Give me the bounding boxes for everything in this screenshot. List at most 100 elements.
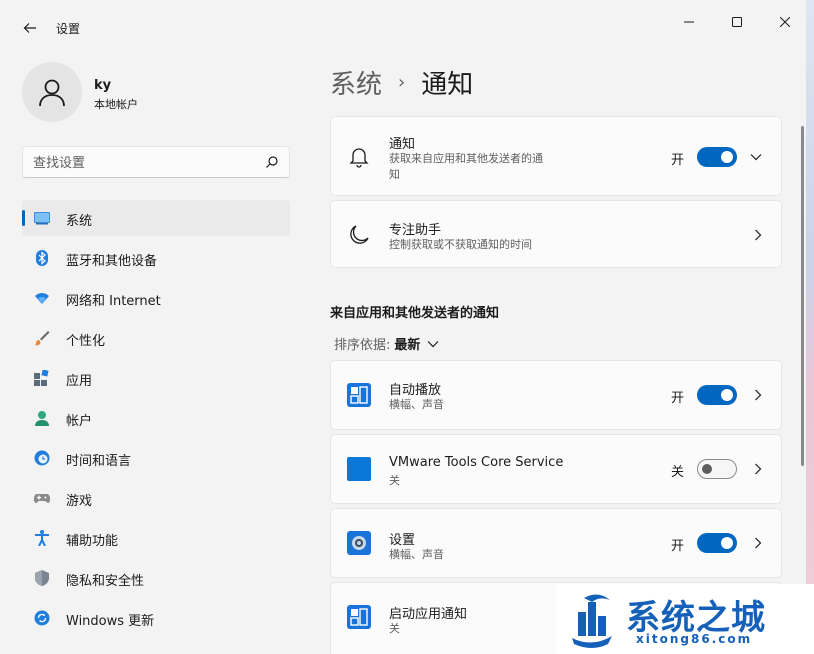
user-name: ky [94, 78, 112, 93]
focus-assist-card[interactable]: 专注助手 控制获取或不获取通知的时间 [330, 200, 782, 268]
toggle-state-label: 开 [671, 539, 685, 554]
notifications-toggle[interactable] [697, 147, 737, 167]
chevron-right-icon[interactable] [751, 462, 765, 476]
minimize-button[interactable] [666, 8, 712, 36]
settings-app-toggle[interactable] [697, 533, 737, 553]
back-button[interactable] [16, 14, 44, 42]
sidebar-item-system[interactable]: 系统 [22, 200, 290, 236]
chevron-right-icon[interactable] [751, 228, 765, 242]
accessibility-icon [35, 530, 49, 546]
sort-dropdown[interactable]: 排序依据: 最新 [334, 334, 440, 353]
moon-icon [350, 225, 369, 244]
desktop-wallpaper [806, 0, 814, 654]
maximize-button[interactable] [714, 8, 760, 36]
nav-label: Windows 更新 [66, 614, 155, 629]
chevron-down-icon[interactable] [749, 150, 763, 164]
sidebar-item-personalization[interactable]: 个性化 [22, 320, 290, 356]
vmware-toggle[interactable] [697, 459, 737, 479]
account-icon [35, 411, 49, 426]
title-bar: 设置 [0, 0, 814, 48]
person-icon [39, 79, 65, 107]
toggle-state-label: 关 [671, 465, 685, 480]
sidebar-nav: 系统 蓝牙和其他设备 网络和 Internet 个性化 应用 帐户 时间和语言 … [22, 200, 290, 640]
globe-clock-icon [34, 450, 50, 466]
sidebar-item-bluetooth[interactable]: 蓝牙和其他设备 [22, 240, 290, 276]
chevron-right-icon[interactable] [751, 536, 765, 550]
nav-label: 隐私和安全性 [66, 574, 145, 589]
monitor-icon [34, 212, 50, 225]
update-icon [34, 610, 50, 626]
settings-gear-app-icon [347, 531, 371, 555]
close-button[interactable] [762, 8, 808, 36]
app-detail: 横幅、声音 [389, 398, 444, 411]
watermark: 系统之城 xitong86.com [556, 584, 814, 654]
sort-value: 最新 [394, 338, 421, 353]
brush-icon [34, 331, 50, 346]
autoplay-app-icon [347, 383, 371, 407]
scrollbar[interactable] [801, 126, 804, 466]
breadcrumb-separator: › [398, 71, 406, 93]
sidebar-item-windows-update[interactable]: Windows 更新 [22, 600, 290, 636]
search-input[interactable] [33, 153, 253, 173]
account-type: 本地帐户 [94, 98, 138, 111]
app-name: VMware Tools Core Service [389, 455, 564, 470]
sidebar-item-accounts[interactable]: 帐户 [22, 400, 290, 436]
startup-app-icon [347, 605, 371, 629]
app-settings-card[interactable]: 设置 横幅、声音 开 [330, 508, 782, 578]
chevron-right-icon[interactable] [751, 388, 765, 402]
app-name: 设置 [389, 533, 416, 548]
toggle-state-label: 开 [671, 391, 685, 406]
nav-label: 应用 [66, 374, 93, 389]
nav-label: 网络和 Internet [66, 294, 161, 309]
bluetooth-icon [36, 250, 48, 266]
sidebar-item-accessibility[interactable]: 辅助功能 [22, 520, 290, 556]
app-autoplay-card[interactable]: 自动播放 横幅、声音 开 [330, 360, 782, 430]
search-box [22, 146, 290, 178]
app-detail: 关 [389, 474, 400, 487]
nav-label: 蓝牙和其他设备 [66, 254, 158, 269]
user-profile[interactable]: ky 本地帐户 [22, 62, 282, 122]
sidebar-item-apps[interactable]: 应用 [22, 360, 290, 396]
watermark-logo-icon [572, 594, 612, 648]
breadcrumb-parent[interactable]: 系统 [330, 64, 382, 101]
apps-icon [34, 370, 49, 386]
page-title: 通知 [421, 69, 474, 100]
avatar [22, 62, 82, 122]
toggle-state-label: 开 [671, 153, 685, 168]
notifications-subtitle-cont: 知 [389, 168, 400, 181]
app-vmware-card[interactable]: VMware Tools Core Service 关 关 [330, 434, 782, 504]
nav-label: 时间和语言 [66, 454, 132, 469]
focus-assist-subtitle: 控制获取或不获取通知的时间 [389, 238, 532, 251]
sort-label: 排序依据: [334, 338, 391, 353]
notifications-title: 通知 [389, 137, 416, 152]
notifications-card[interactable]: 通知 获取来自应用和其他发送者的通 知 开 [330, 116, 782, 196]
breadcrumb: 系统 › 通知 [330, 62, 473, 102]
minimize-icon [684, 21, 694, 23]
notifications-subtitle: 获取来自应用和其他发送者的通 [389, 152, 543, 165]
nav-label: 系统 [66, 214, 93, 229]
nav-label: 辅助功能 [66, 534, 119, 549]
sidebar-item-privacy[interactable]: 隐私和安全性 [22, 560, 290, 596]
sidebar-item-time-language[interactable]: 时间和语言 [22, 440, 290, 476]
sidebar-item-network[interactable]: 网络和 Internet [22, 280, 290, 316]
nav-label: 帐户 [66, 414, 93, 429]
watermark-url: xitong86.com [636, 632, 753, 646]
back-arrow-icon [23, 23, 36, 33]
autoplay-toggle[interactable] [697, 385, 737, 405]
sidebar-item-gaming[interactable]: 游戏 [22, 480, 290, 516]
app-detail: 横幅、声音 [389, 548, 444, 561]
vmware-app-icon [347, 457, 371, 481]
app-name: 启动应用通知 [389, 607, 468, 622]
wifi-icon [35, 293, 49, 304]
app-name: 自动播放 [389, 383, 442, 398]
app-detail: 关 [389, 622, 400, 635]
nav-label: 个性化 [66, 334, 106, 349]
settings-window: 设置 ky 本地帐户 查找设置 系统 蓝牙和其他设备 网络和 Internet … [0, 0, 814, 654]
bell-icon [349, 148, 369, 168]
shield-icon [35, 570, 49, 586]
section-title: 来自应用和其他发送者的通知 [330, 306, 500, 321]
search-icon[interactable] [265, 155, 279, 169]
app-title: 设置 [56, 22, 81, 36]
maximize-icon [732, 17, 742, 27]
close-icon [780, 17, 790, 27]
